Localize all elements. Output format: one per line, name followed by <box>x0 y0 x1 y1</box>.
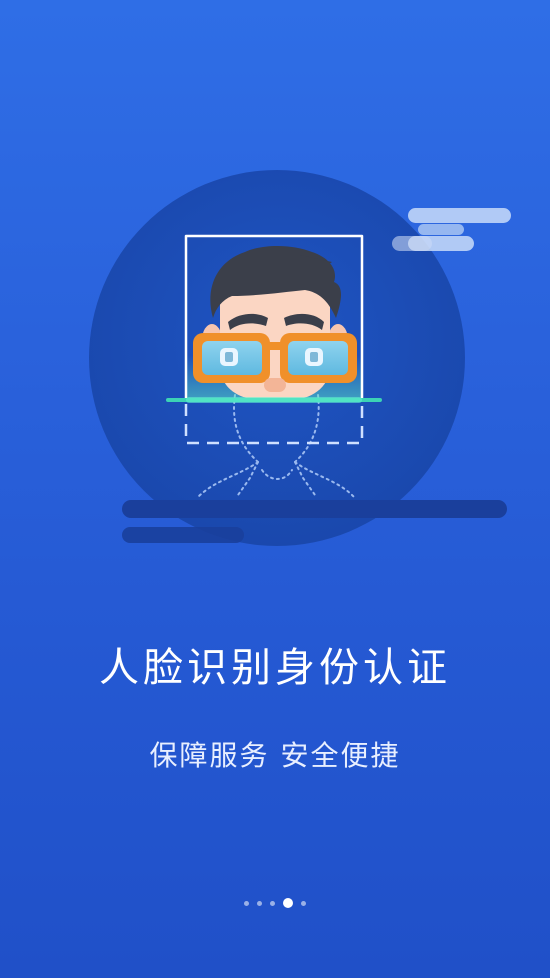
page-dot[interactable] <box>244 900 249 906</box>
page-dot[interactable] <box>270 900 275 906</box>
page-subtitle: 保障服务 安全便捷 <box>149 739 401 772</box>
page-dot[interactable] <box>257 900 262 906</box>
face-recognition-scan-icon <box>89 170 511 546</box>
page-title: 人脸识别身份认证 <box>99 645 451 691</box>
page-indicator <box>0 895 550 911</box>
onboarding-screen: 人脸识别身份认证 保障服务 安全便捷 <box>0 0 550 978</box>
ground-line <box>122 500 507 518</box>
page-dot[interactable] <box>301 900 306 906</box>
page-dot-active[interactable] <box>283 898 293 908</box>
